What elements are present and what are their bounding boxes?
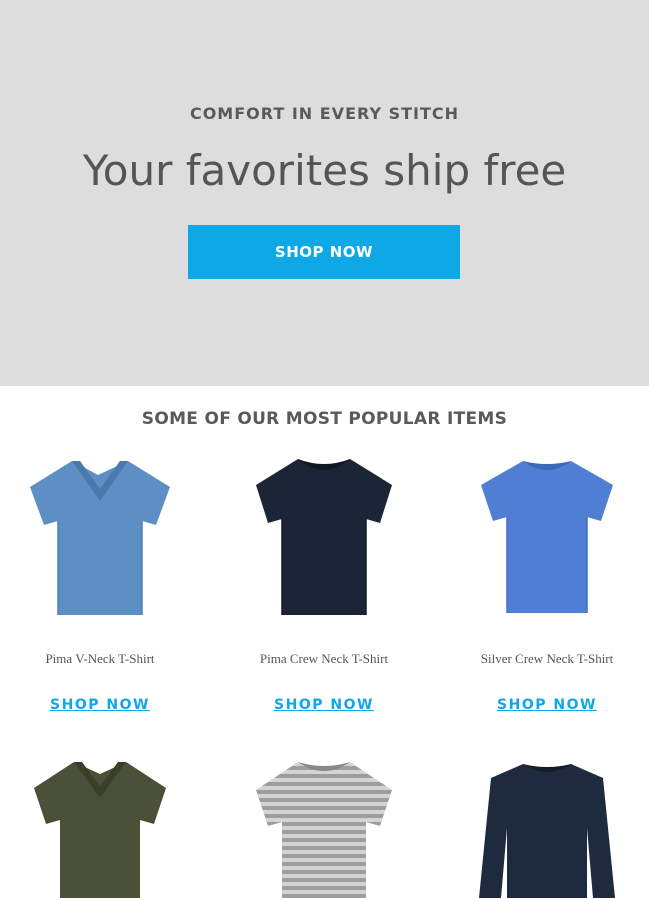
product-shop-now-link[interactable]: SHOP NOW bbox=[447, 697, 647, 713]
product-name: Pima Crew Neck T-Shirt bbox=[259, 651, 389, 666]
product-card bbox=[447, 758, 647, 898]
product-shop-now-link[interactable]: SHOP NOW bbox=[224, 697, 424, 713]
product-image-striped-tshirt[interactable] bbox=[244, 758, 404, 898]
product-name: Silver Crew Neck T-Shirt bbox=[480, 651, 614, 666]
product-image-tshirt[interactable] bbox=[244, 455, 404, 620]
product-image-tshirt[interactable] bbox=[467, 455, 627, 620]
product-card: Silver Crew Neck T-Shirt SHOP NOW bbox=[447, 455, 647, 713]
product-card: Pima V-Neck T-Shirt SHOP NOW bbox=[0, 455, 200, 713]
product-image-tshirt[interactable] bbox=[20, 758, 180, 898]
product-card bbox=[224, 758, 424, 898]
hero-eyebrow: COMFORT IN EVERY STITCH bbox=[189, 104, 460, 123]
hero-title: Your favorites ship free bbox=[82, 146, 567, 195]
hero-shop-now-button[interactable]: SHOP NOW bbox=[188, 225, 460, 279]
product-image-tshirt[interactable] bbox=[20, 455, 180, 620]
product-card bbox=[0, 758, 200, 898]
popular-items-heading: SOME OF OUR MOST POPULAR ITEMS bbox=[141, 409, 508, 429]
product-image-longsleeve[interactable] bbox=[467, 758, 627, 898]
product-shop-now-link[interactable]: SHOP NOW bbox=[0, 697, 200, 713]
product-name: Pima V-Neck T-Shirt bbox=[45, 651, 155, 666]
product-card: Pima Crew Neck T-Shirt SHOP NOW bbox=[224, 455, 424, 713]
hero-banner: COMFORT IN EVERY STITCH Your favorites s… bbox=[0, 0, 649, 386]
